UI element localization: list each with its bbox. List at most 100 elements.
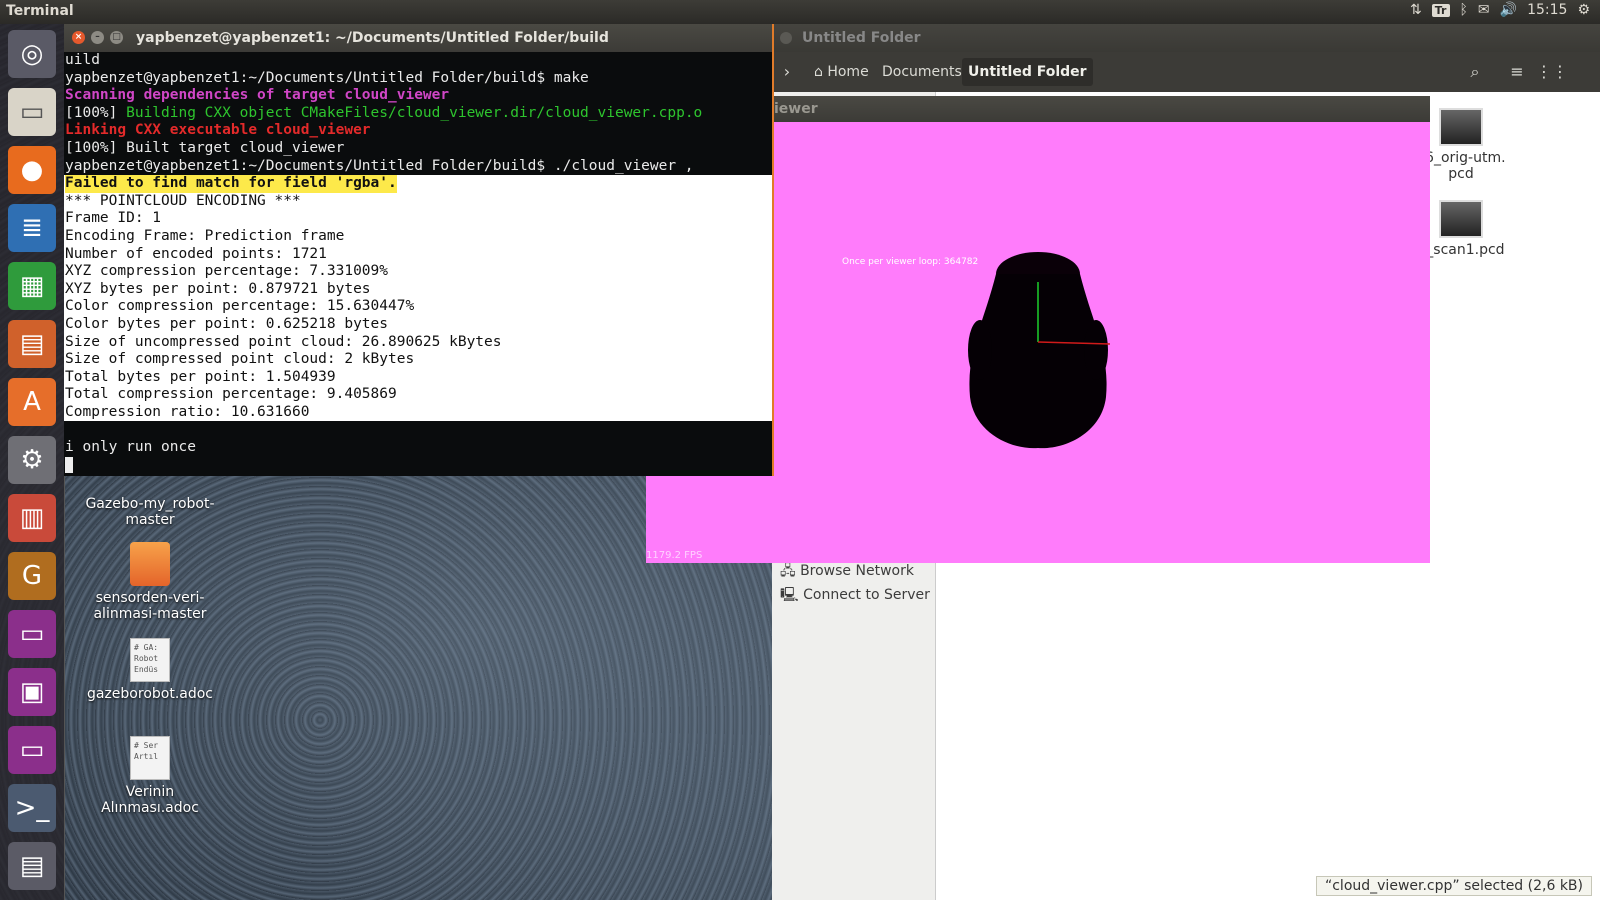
top-panel: Terminal ⇅ Tr ᛒ ✉ 🔊 15:15 ⚙: [0, 0, 1600, 24]
terminal-icon[interactable]: >_: [8, 784, 56, 832]
terminal-line: Size of compressed point cloud: 2 kBytes: [64, 351, 772, 369]
terminal-cursor: [65, 456, 73, 473]
terminal-line-text: Failed to find match for field 'rgba'.: [65, 175, 397, 193]
minimize-button[interactable]: –: [91, 31, 104, 44]
terminal-line-text: XYZ bytes per point: 0.879721 bytes: [65, 280, 371, 297]
sidebar-item-label: Browse Network: [800, 563, 914, 579]
search-icon[interactable]: ⌕: [1460, 58, 1490, 86]
workspace-icon-3[interactable]: ▭: [8, 726, 56, 774]
desktop-icon-label: sensorden-veri-alinmasi-master: [93, 590, 207, 622]
writer-icon[interactable]: ≣: [8, 204, 56, 252]
menu-icon[interactable]: ≡: [1502, 58, 1532, 86]
server-icon: 🖳: [780, 587, 804, 603]
terminal-line-text: uild: [65, 52, 100, 68]
sidebar-item-connect-to-server[interactable]: 🖳 Connect to Server: [780, 584, 930, 608]
file-manager-titlebar: Untitled Folder: [772, 24, 1600, 52]
terminal-line-text: Color compression percentage: 15.630447%: [65, 298, 415, 315]
file-manager-toolbar: › ⌂ Home Documents Untitled Folder ⌕ ≡ ⋮…: [772, 52, 1600, 92]
terminal-line: Encoding Frame: Prediction frame: [64, 227, 772, 246]
terminal-line-text: Color bytes per point: 0.625218 bytes: [65, 315, 389, 332]
terminal-line: Compression ratio: 10.631660: [64, 403, 772, 422]
desktop-icon-folder[interactable]: Gazebo-my_robot-master: [80, 496, 220, 528]
launcher: ◎ ▭ ● ≣ ▦ ▤ A ⚙ ▥ G ▭ ▣ ▭ >_ ▤: [0, 24, 65, 900]
terminal-line-text: Linking CXX executable cloud_viewer: [65, 122, 371, 139]
terminal-line: *** POINTCLOUD ENCODING ***: [64, 192, 772, 211]
breadcrumb-home[interactable]: ⌂ Home: [808, 58, 875, 86]
active-app-title: Terminal: [6, 3, 74, 19]
terminal-line-text: Size of compressed point cloud: 2 kBytes: [65, 351, 415, 368]
breadcrumb-documents[interactable]: Documents: [876, 58, 968, 86]
desktop-icon-label: Verinin Alınması.adoc: [101, 784, 199, 816]
impress-icon[interactable]: ▤: [8, 320, 56, 368]
forward-icon[interactable]: ›: [772, 58, 802, 86]
workspace-icon[interactable]: ▭: [8, 610, 56, 658]
terminal-line: yapbenzet@yapbenzet1:~/Documents/Untitle…: [64, 70, 772, 88]
power-gear-icon[interactable]: ⚙: [1577, 2, 1590, 18]
software-center-icon[interactable]: A: [8, 378, 56, 426]
sidebar-item-browse-network[interactable]: 🖧 Browse Network: [780, 560, 914, 584]
terminal-line: Size of uncompressed point cloud: 26.890…: [64, 333, 772, 352]
window-title: iewer: [774, 101, 818, 117]
terminal-line-text: [100%] Built target cloud_viewer: [65, 139, 345, 156]
terminal-line-prefix: [100%]: [65, 104, 127, 121]
document-icon: # GA: Robot Endüs: [130, 638, 170, 682]
ubuntu-dash-icon[interactable]: ◎: [8, 30, 56, 78]
terminal-line-text: Total bytes per point: 1.504939: [65, 368, 336, 385]
mega-icon[interactable]: G: [8, 552, 56, 600]
window-title: yapbenzet@yapbenzet1: ~/Documents/Untitl…: [136, 30, 609, 46]
terminal-line: Number of encoded points: 1721: [64, 245, 772, 264]
terminal-line: Total bytes per point: 1.504939: [64, 368, 772, 387]
breadcrumb-label: Home: [827, 64, 869, 80]
terminal-line-text: yapbenzet@yapbenzet1:~/Documents/Untitle…: [65, 157, 694, 174]
grid-view-icon[interactable]: ⋮⋮: [1536, 58, 1568, 86]
keyboard-layout-indicator[interactable]: Tr: [1431, 3, 1450, 17]
desktop-icon-folder[interactable]: sensorden-veri-alinmasi-master: [80, 542, 220, 622]
terminal-line-text: Building CXX object CMakeFiles/cloud_vie…: [126, 104, 703, 121]
calc-icon[interactable]: ▦: [8, 262, 56, 310]
window-title: Untitled Folder: [802, 30, 921, 46]
terminal-line: uild: [64, 52, 772, 70]
network-icon: 🖧: [780, 563, 801, 579]
terminal-line: [100%] Building CXX object CMakeFiles/cl…: [64, 105, 772, 123]
terminal-line-text: Size of uncompressed point cloud: 26.890…: [65, 333, 502, 350]
firefox-icon[interactable]: ●: [8, 146, 56, 194]
terminal-line: [100%] Built target cloud_viewer: [64, 140, 772, 158]
terminal-line-text: XYZ compression percentage: 7.331009%: [65, 263, 389, 280]
desktop-icon-file[interactable]: # GA: Robot Endüs gazeborobot.adoc: [80, 638, 220, 702]
close-button[interactable]: ×: [72, 31, 85, 44]
trash-icon[interactable]: ▤: [8, 842, 56, 890]
terminal-line-text: *** POINTCLOUD ENCODING ***: [65, 192, 301, 209]
mail-icon[interactable]: ✉: [1478, 2, 1490, 18]
system-settings-icon[interactable]: ⚙: [8, 436, 56, 484]
desktop-icon-file[interactable]: # Ser Artıl Verinin Alınması.adoc: [80, 736, 220, 816]
terminal-line-text: yapbenzet@yapbenzet1:~/Documents/Untitle…: [65, 69, 589, 86]
close-button[interactable]: [780, 32, 792, 44]
terminal-line-text: Encoding Frame: Prediction frame: [65, 227, 345, 244]
terminal-line: i only run once: [64, 439, 772, 457]
terminal-output[interactable]: uild yapbenzet@yapbenzet1:~/Documents/Unt…: [64, 52, 772, 476]
terminal-line: Linking CXX executable cloud_viewer: [64, 122, 772, 140]
terminal-line: Scanning dependencies of target cloud_vi…: [64, 87, 772, 105]
files-icon[interactable]: ▭: [8, 88, 56, 136]
terminal-line-text: Total compression percentage: 9.405869: [65, 386, 397, 403]
app-icon[interactable]: ▥: [8, 494, 56, 542]
terminal-line: Failed to find match for field 'rgba'.: [64, 175, 772, 193]
bluetooth-icon[interactable]: ᛒ: [1460, 2, 1468, 18]
terminal-cursor-line: [64, 456, 772, 475]
terminal-line: Color bytes per point: 0.625218 bytes: [64, 315, 772, 334]
document-icon: # Ser Artıl: [130, 736, 170, 780]
workspace-icon-2[interactable]: ▣: [8, 668, 56, 716]
terminal-line-text: Frame ID: 1: [65, 210, 162, 227]
volume-icon[interactable]: 🔊: [1500, 2, 1517, 18]
file-thumbnail: [1439, 200, 1483, 238]
maximize-button[interactable]: □: [110, 31, 123, 44]
sidebar-item-label: Connect to Server: [803, 587, 930, 603]
terminal-line: Total compression percentage: 9.405869: [64, 386, 772, 404]
network-icon[interactable]: ⇅: [1410, 2, 1422, 18]
point-cloud-right-ear: [1084, 320, 1108, 380]
point-cloud-left-ear: [968, 320, 992, 380]
breadcrumb-untitled-folder[interactable]: Untitled Folder: [962, 58, 1093, 86]
clock[interactable]: 15:15: [1527, 2, 1567, 18]
selection-status: “cloud_viewer.cpp” selected (2,6 kB): [1315, 876, 1592, 896]
